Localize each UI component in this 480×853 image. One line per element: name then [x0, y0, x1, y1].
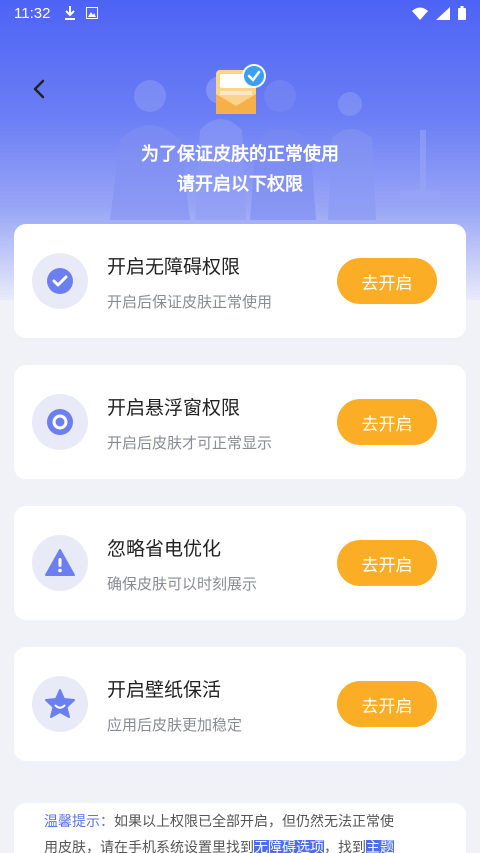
ignore-battery-optimization-button[interactable]: 去开启	[337, 540, 437, 586]
tips-line-1: 温馨提示：如果以上权限已全部开启，但仍然无法正常使	[44, 809, 448, 835]
permission-card-wallpaper-keepalive: 开启壁纸保活 应用后皮肤更加稳定 去开启	[14, 647, 466, 761]
permission-title: 开启壁纸保活	[107, 679, 222, 701]
signal-icon	[436, 6, 450, 20]
tips-line-2: 用皮肤，请在手机系统设置里找到无障碍选项，找到主题	[44, 835, 448, 853]
permission-title: 开启悬浮窗权限	[107, 397, 241, 419]
enable-wallpaper-keepalive-button[interactable]: 去开启	[337, 681, 437, 727]
permission-subtitle: 确保皮肤可以时刻展示	[107, 575, 258, 593]
ring-icon	[47, 409, 73, 435]
warning-icon	[45, 549, 75, 576]
back-button[interactable]	[26, 76, 52, 102]
enable-accessibility-button[interactable]: 去开启	[337, 258, 437, 304]
tips-box: 温馨提示：如果以上权限已全部开启，但仍然无法正常使 用皮肤，请在手机系统设置里找…	[14, 803, 466, 853]
status-bar: 11:32	[0, 0, 480, 26]
enable-floating-window-button[interactable]: 去开启	[337, 399, 437, 445]
headline-line-1: 为了保证皮肤的正常使用	[141, 144, 339, 165]
tips-text-2: 用皮肤，请在手机系统设置里找到	[44, 840, 254, 853]
permission-icon-wrap	[32, 676, 88, 732]
permission-icon-wrap	[32, 394, 88, 450]
permission-card-battery-optimization: 忽略省电优化 确保皮肤可以时刻展示 去开启	[14, 506, 466, 620]
download-icon	[65, 6, 76, 20]
tips-text-1: 如果以上权限已全部开启，但仍然无法正常使	[114, 814, 394, 830]
tips-label: 温馨提示：	[44, 814, 114, 830]
status-time: 11:32	[14, 4, 51, 22]
permission-title: 忽略省电优化	[107, 538, 222, 560]
mail-check-icon	[216, 64, 266, 114]
checkmark-icon	[47, 268, 73, 294]
tips-highlight-theme: 主题	[366, 840, 394, 853]
star-icon	[45, 689, 75, 718]
tips-text-3: ，找到	[324, 840, 366, 853]
permission-title: 开启无障碍权限	[107, 256, 241, 278]
permission-card-floating-window: 开启悬浮窗权限 开启后皮肤才可正常显示 去开启	[14, 365, 466, 479]
permission-card-accessibility: 开启无障碍权限 开启后保证皮肤正常使用 去开启	[14, 224, 466, 338]
permission-subtitle: 开启后保证皮肤正常使用	[107, 293, 273, 311]
headline-line-2: 请开启以下权限	[177, 174, 303, 195]
page-headline: 为了保证皮肤的正常使用 请开启以下权限	[0, 140, 480, 200]
wifi-icon	[412, 7, 428, 20]
permission-subtitle: 应用后皮肤更加稳定	[107, 716, 243, 734]
permission-icon-wrap	[32, 253, 88, 309]
battery-icon	[458, 6, 466, 20]
permission-subtitle: 开启后皮肤才可正常显示	[107, 434, 273, 452]
image-notification-icon	[86, 7, 99, 19]
tips-highlight-accessibility: 无障碍选项	[254, 840, 324, 853]
chevron-left-icon	[33, 79, 45, 99]
permission-icon-wrap	[32, 535, 88, 591]
